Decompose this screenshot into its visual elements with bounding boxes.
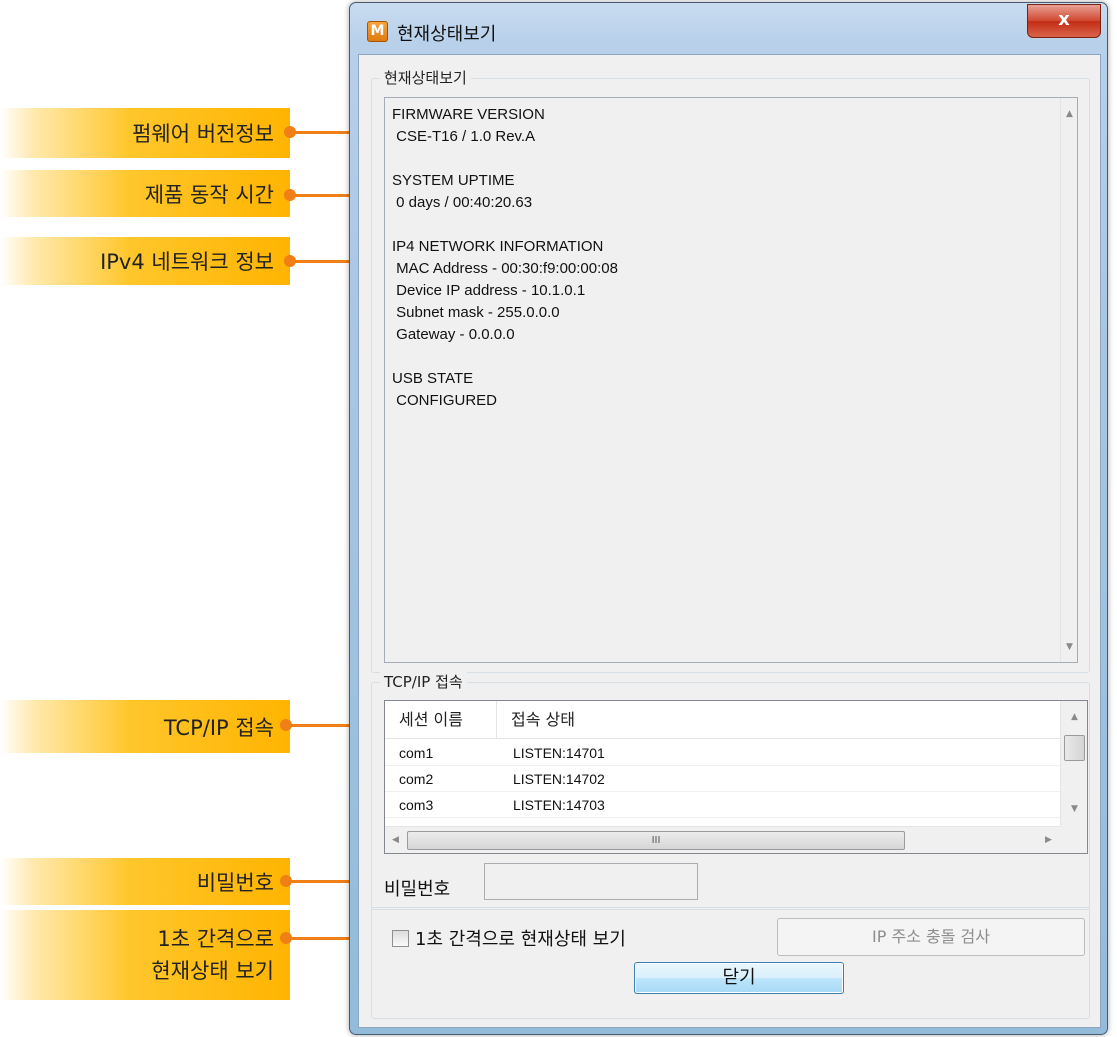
- status-textbox[interactable]: FIRMWARE VERSION CSE-T16 / 1.0 Rev.A SYS…: [384, 97, 1078, 663]
- callout-auto-refresh-line2: 현재상태 보기: [151, 959, 274, 983]
- status-scrollbar[interactable]: ▲ ▼: [1060, 98, 1077, 662]
- callout-firmware-text: 펌웨어 버전정보: [132, 122, 274, 146]
- vertical-scroll-thumb[interactable]: [1064, 735, 1085, 761]
- app-logo-icon: M: [367, 21, 388, 42]
- close-dialog-button[interactable]: 닫기: [634, 962, 844, 994]
- column-header-connection-state[interactable]: 접속 상태: [497, 701, 1057, 739]
- status-group-title: 현재상태보기: [380, 67, 471, 88]
- scroll-up-arrow-icon[interactable]: ▲: [1066, 709, 1083, 726]
- column-header-session-name[interactable]: 세션 이름: [385, 701, 497, 739]
- auto-refresh-checkbox[interactable]: [392, 930, 409, 947]
- window-title: 현재상태보기: [397, 24, 497, 45]
- callout-network-dot-start: [284, 255, 296, 267]
- session-name-cell: com3: [399, 797, 434, 813]
- connection-state-cell: LISTEN:14703: [513, 797, 605, 813]
- scroll-down-arrow-icon[interactable]: ▼: [1066, 801, 1083, 818]
- status-text: FIRMWARE VERSION CSE-T16 / 1.0 Rev.A SYS…: [392, 106, 618, 409]
- callout-password: 비밀번호: [0, 858, 290, 905]
- password-field[interactable]: [484, 863, 698, 900]
- callout-uptime-text: 제품 동작 시간: [144, 182, 274, 207]
- connection-state-cell: LISTEN:14702: [513, 771, 605, 787]
- table-row[interactable]: com3 LISTEN:14703: [385, 793, 1060, 818]
- scroll-right-arrow-icon[interactable]: ▶: [1040, 832, 1057, 849]
- callout-password-text: 비밀번호: [196, 870, 274, 895]
- callout-auto-refresh-line1: 1초 간격으로: [157, 927, 274, 951]
- table-row[interactable]: com2 LISTEN:14702: [385, 767, 1060, 792]
- callout-uptime: 제품 동작 시간: [0, 170, 290, 217]
- callout-auto-refresh: 1초 간격으로 현재상태 보기: [0, 910, 290, 1000]
- window-client-area: 현재상태보기 FIRMWARE VERSION CSE-T16 / 1.0 Re…: [358, 54, 1101, 1028]
- scroll-down-arrow-icon[interactable]: ▼: [1061, 639, 1078, 656]
- tcp-session-table[interactable]: 세션 이름 접속 상태 com1 LISTEN:14701 com2 LISTE…: [384, 700, 1088, 854]
- callout-network: IPv4 네트워크 정보: [0, 237, 290, 285]
- callout-auto-refresh-dot-start: [280, 932, 292, 944]
- scroll-up-arrow-icon[interactable]: ▲: [1061, 106, 1078, 123]
- callout-network-text: IPv4 네트워크 정보: [100, 250, 274, 274]
- table-header: 세션 이름 접속 상태: [385, 701, 1060, 739]
- session-name-cell: com1: [399, 745, 434, 761]
- status-window: M 현재상태보기 x 현재상태보기 FIRMWARE VERSION CSE-T…: [349, 2, 1108, 1035]
- table-vertical-scrollbar[interactable]: ▲ ▼: [1060, 701, 1087, 826]
- horizontal-scroll-thumb[interactable]: III: [407, 831, 905, 850]
- ip-conflict-check-button[interactable]: IP 주소 충돌 검사: [777, 918, 1085, 956]
- tcp-group-title: TCP/IP 접속: [380, 671, 467, 692]
- scroll-corner: [1060, 826, 1087, 853]
- callout-password-dot-start: [280, 875, 292, 887]
- window-close-button[interactable]: x: [1027, 4, 1101, 38]
- password-label: 비밀번호: [384, 879, 451, 900]
- table-row[interactable]: com1 LISTEN:14701: [385, 741, 1060, 766]
- title-bar[interactable]: M 현재상태보기 x: [350, 3, 1107, 55]
- scroll-left-arrow-icon[interactable]: ◀: [387, 832, 404, 849]
- callout-tcp-dot-start: [280, 719, 292, 731]
- scroll-grip-icon: III: [651, 835, 661, 846]
- connection-state-cell: LISTEN:14701: [513, 745, 605, 761]
- callout-tcp-text: TCP/IP 접속: [163, 715, 274, 740]
- auto-refresh-label[interactable]: 1초 간격으로 현재상태 보기: [415, 925, 626, 951]
- callout-firmware: 펌웨어 버전정보: [0, 108, 290, 158]
- session-name-cell: com2: [399, 771, 434, 787]
- callout-uptime-dot-start: [284, 189, 296, 201]
- table-horizontal-scrollbar[interactable]: ◀ III ▶: [385, 826, 1060, 853]
- callout-firmware-dot-start: [284, 126, 296, 138]
- callout-tcp: TCP/IP 접속: [0, 700, 290, 753]
